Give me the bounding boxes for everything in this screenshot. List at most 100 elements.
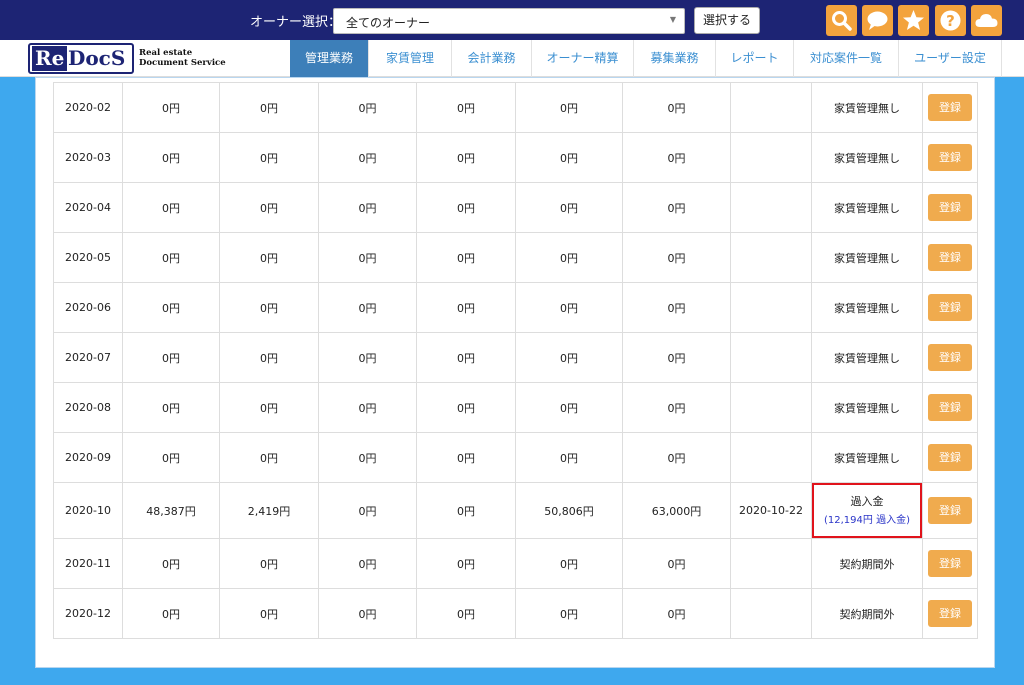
status-text: 家賃管理無し: [834, 301, 900, 315]
amount-cell-4: 0円: [416, 482, 516, 539]
amount-cell-2: 0円: [219, 382, 319, 433]
amount-cell-3: 0円: [318, 432, 417, 483]
status-cell: 家賃管理無し: [811, 232, 923, 283]
table-row: 2020-07 0円 0円 0円 0円 0円 0円 家賃管理無し 登録: [53, 332, 978, 383]
help-button[interactable]: ?: [935, 5, 966, 36]
amount-cell-5: 0円: [515, 332, 623, 383]
tab-accounting[interactable]: 会計業務: [451, 40, 531, 77]
amount-cell-6: 0円: [622, 332, 731, 383]
amount-cell-6: 63,000円: [622, 482, 731, 539]
logo-subtitle-line1: Real estate: [139, 48, 193, 58]
status-cell: 家賃管理無し: [811, 182, 923, 233]
amount-cell-1: 0円: [122, 432, 220, 483]
date-cell: [730, 332, 812, 383]
amount-cell-4: 0円: [416, 538, 516, 589]
amount-cell-2: 0円: [219, 232, 319, 283]
amount-cell-6: 0円: [622, 588, 731, 639]
owner-select-label: オーナー選択：: [250, 15, 342, 30]
amount-cell-5: 0円: [515, 282, 623, 333]
status-text: 家賃管理無し: [834, 401, 900, 415]
content-panel: 2020-02 0円 0円 0円 0円 0円 0円 家賃管理無し 登録 2020-03 0円 0円 0円…: [35, 77, 995, 668]
month-cell: 2020-12: [53, 588, 123, 639]
register-button[interactable]: 登録: [928, 94, 972, 121]
table-row: 2020-12 0円 0円 0円 0円 0円 0円 契約期間外 登録: [53, 588, 978, 639]
favorite-button[interactable]: [898, 5, 929, 36]
amount-cell-6: 0円: [622, 382, 731, 433]
cloud-icon: [975, 14, 998, 27]
status-text: 契約期間外: [839, 557, 895, 571]
amount-cell-3: 0円: [318, 538, 417, 589]
action-cell: 登録: [922, 282, 978, 333]
logo-re: Re: [32, 46, 68, 71]
tab-management[interactable]: 管理業務: [290, 40, 368, 77]
amount-cell-4: 0円: [416, 182, 516, 233]
status-text: 家賃管理無し: [834, 451, 900, 465]
month-cell: 2020-11: [53, 538, 123, 589]
chat-icon: [867, 11, 888, 30]
date-cell: [730, 232, 812, 283]
register-button[interactable]: 登録: [928, 194, 972, 221]
status-cell: 家賃管理無し: [811, 332, 923, 383]
register-button[interactable]: 登録: [928, 294, 972, 321]
amount-cell-2: 0円: [219, 182, 319, 233]
amount-cell-1: 0円: [122, 82, 220, 133]
register-button[interactable]: 登録: [928, 144, 972, 171]
month-cell: 2020-03: [53, 132, 123, 183]
register-button[interactable]: 登録: [928, 394, 972, 421]
tab-cases[interactable]: 対応案件一覧: [793, 40, 898, 77]
main-navbar: Re DocS Real estate Document Service 管理業…: [0, 40, 1024, 77]
amount-cell-3: 0円: [318, 282, 417, 333]
amount-cell-4: 0円: [416, 132, 516, 183]
owner-select[interactable]: 全てのオーナー ▼: [333, 8, 685, 34]
action-cell: 登録: [922, 538, 978, 589]
logo-docs: DocS: [68, 46, 126, 70]
amount-cell-2: 0円: [219, 432, 319, 483]
cloud-button[interactable]: [971, 5, 1002, 36]
amount-cell-1: 0円: [122, 538, 220, 589]
register-button[interactable]: 登録: [928, 444, 972, 471]
register-button[interactable]: 登録: [928, 344, 972, 371]
table-row: 2020-08 0円 0円 0円 0円 0円 0円 家賃管理無し 登録: [53, 382, 978, 433]
month-cell: 2020-02: [53, 82, 123, 133]
register-button[interactable]: 登録: [928, 550, 972, 577]
amount-cell-5: 0円: [515, 382, 623, 433]
register-button[interactable]: 登録: [928, 497, 972, 524]
amount-cell-1: 0円: [122, 588, 220, 639]
amount-cell-5: 0円: [515, 588, 623, 639]
action-cell: 登録: [922, 588, 978, 639]
register-button[interactable]: 登録: [928, 244, 972, 271]
status-text: 家賃管理無し: [834, 351, 900, 365]
status-cell: 家賃管理無し: [811, 132, 923, 183]
register-button[interactable]: 登録: [928, 600, 972, 627]
amount-cell-2: 0円: [219, 282, 319, 333]
chevron-down-icon: ▼: [669, 15, 676, 24]
tab-rent-management[interactable]: 家賃管理: [368, 40, 451, 77]
search-button[interactable]: [826, 5, 857, 36]
date-cell: [730, 182, 812, 233]
amount-cell-2: 2,419円: [219, 482, 319, 539]
tab-recruitment[interactable]: 募集業務: [633, 40, 715, 77]
logo-mark: Re DocS: [28, 43, 134, 74]
tab-owner-settlement[interactable]: オーナー精算: [531, 40, 633, 77]
amount-cell-6: 0円: [622, 82, 731, 133]
chat-button[interactable]: [862, 5, 893, 36]
action-cell: 登録: [922, 432, 978, 483]
amount-cell-3: 0円: [318, 588, 417, 639]
amount-cell-5: 50,806円: [515, 482, 623, 539]
amount-cell-4: 0円: [416, 588, 516, 639]
amount-cell-4: 0円: [416, 332, 516, 383]
action-cell: 登録: [922, 482, 978, 539]
tab-user-settings[interactable]: ユーザー設定: [898, 40, 1002, 77]
tab-report[interactable]: レポート: [715, 40, 793, 77]
select-owner-button[interactable]: 選択する: [694, 7, 760, 34]
amount-cell-3: 0円: [318, 182, 417, 233]
table-row: 2020-02 0円 0円 0円 0円 0円 0円 家賃管理無し 登録: [53, 82, 978, 133]
status-cell: 契約期間外: [811, 588, 923, 639]
amount-cell-2: 0円: [219, 588, 319, 639]
status-cell: 過入金 (12,194円 過入金): [811, 482, 923, 539]
action-cell: 登録: [922, 182, 978, 233]
amount-cell-1: 0円: [122, 282, 220, 333]
status-text: 家賃管理無し: [834, 151, 900, 165]
amount-cell-4: 0円: [416, 382, 516, 433]
amount-cell-6: 0円: [622, 132, 731, 183]
